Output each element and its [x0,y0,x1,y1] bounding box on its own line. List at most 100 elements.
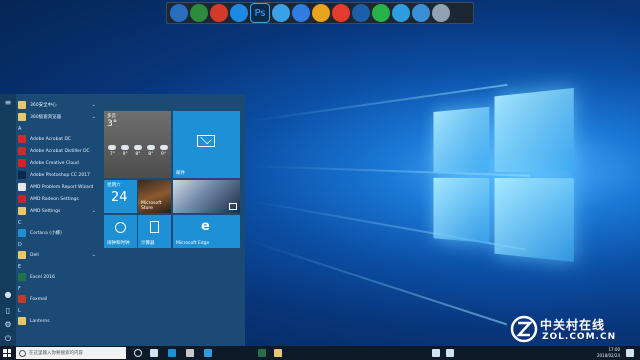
color-wheel-icon[interactable] [312,4,330,22]
swirl-icon[interactable] [210,4,228,22]
edge-label: Microsoft Edge [176,241,210,246]
forecast-day: 7° [108,145,117,171]
clover-icon[interactable] [272,4,290,22]
radeon-icon [18,195,26,203]
file-explorer-icon[interactable] [274,349,282,357]
app-list-item[interactable]: 360极速浏览器 ⌄ [18,112,100,122]
start-menu: ≡ ● ▯ ⚙ ⏻ 360安全中心 ⌄ 360极速浏览器 ⌄ A Adobe Acroba… [0,94,245,346]
forecast-day: 9° [159,145,168,171]
app-label: Dell [30,252,39,258]
network-icon[interactable] [432,349,440,357]
mail-label: 邮件 [176,171,185,176]
hamburger-icon[interactable]: ≡ [3,98,13,108]
cloud-icon [159,145,168,150]
top-dock: Ps [166,2,474,24]
section-letter[interactable]: L [18,306,100,316]
calculator-label: 计算器 [141,241,155,246]
volume-icon[interactable] [446,349,454,357]
app-label: Lanterns [30,318,50,324]
recycle-bin-icon[interactable] [432,4,450,22]
app-list-item[interactable]: Dell ⌄ [18,250,100,260]
section-letter[interactable]: D [18,240,100,250]
user-icon[interactable]: ● [3,290,13,300]
star-icon[interactable] [392,4,410,22]
chevron-down-icon[interactable]: ⌄ [92,102,96,108]
weather-tile[interactable]: 多云 3° 7° 9° 8° 8° 9° [104,111,171,178]
photoshop-icon[interactable]: Ps [250,3,270,23]
chevron-down-icon[interactable]: ⌄ [92,208,96,214]
section-letter[interactable]: F [18,284,100,294]
start-button[interactable] [3,349,11,357]
app-list-item[interactable]: Lanterns [18,316,100,326]
section-letter[interactable]: E [18,262,100,272]
watermark-cn: 中关村在线 [540,318,606,332]
app-list-item[interactable]: Adobe Acrobat Distiller DC [18,146,100,156]
search-box[interactable]: 在这里输入你要搜索的内容 [16,347,126,359]
feather-icon[interactable] [292,4,310,22]
app-list-item[interactable]: Adobe Photoshop CC 2017 [18,170,100,180]
app-list-item[interactable]: 360安全中心 ⌄ [18,100,100,110]
app-list-item[interactable]: AMD Settings ⌄ [18,206,100,216]
taskbar: 在这里输入你要搜索的内容 17:00 2018/02/24 [0,346,640,360]
windows-logo [433,87,576,265]
task-view-icon[interactable] [150,349,158,357]
forecast-day: 9° [121,145,130,171]
alarm-clock-icon [115,222,126,233]
cloud-icon [133,145,142,150]
globe-icon[interactable] [412,4,430,22]
app-list-item[interactable]: AMD Problem Report Wizard [18,182,100,192]
calculator-tile[interactable]: 计算器 [138,215,171,248]
calendar-tile[interactable]: 星期六 24 [104,180,137,213]
documents-icon[interactable]: ▯ [3,306,13,316]
refresh-icon[interactable] [230,4,248,22]
laptop-icon[interactable] [170,4,188,22]
forecast-temp: 8° [135,152,141,157]
alarm-label: 闹钟和时钟 [107,241,130,246]
settings-icon[interactable]: ⚙ [3,320,13,330]
chevron-down-icon[interactable]: ⌄ [92,252,96,258]
power-icon[interactable]: ⏻ [3,334,13,344]
weibo-icon[interactable] [332,4,350,22]
mail-tile[interactable]: 邮件 [173,111,240,178]
section-letter-label: F [18,286,21,292]
wechat-icon[interactable] [372,4,390,22]
forecast-temp: 8° [148,152,154,157]
photos-icon [229,203,237,210]
app-list-item[interactable]: Cortana (小娜) [18,228,100,238]
app-list-item[interactable]: AMD Radeon Settings [18,194,100,204]
section-letter[interactable]: C [18,218,100,228]
edge-tile[interactable]: e Microsoft Edge [173,215,240,248]
app-list-item[interactable]: Excel 2016 [18,272,100,282]
photo-tile[interactable]: Microsoft Store [138,180,171,213]
app-list-item[interactable]: Adobe Creative Cloud [18,158,100,168]
folder-icon [18,113,26,121]
gauge-icon[interactable] [352,4,370,22]
photos-wide-tile[interactable] [173,180,240,213]
browser-icon[interactable] [204,349,212,357]
section-letter-label: L [18,308,21,314]
edge-icon[interactable] [168,349,176,357]
amd-icon [18,183,26,191]
acrobat-icon [18,135,26,143]
photoshop-icon [18,171,26,179]
cortana-icon [18,229,26,237]
folder-icon [18,317,26,325]
app-label: Excel 2016 [30,274,55,280]
folder-icon [18,101,26,109]
excel-icon[interactable] [258,349,266,357]
chevron-down-icon[interactable]: ⌄ [92,114,96,120]
photos-icon[interactable] [186,349,194,357]
app-list-item[interactable]: Foxmail [18,294,100,304]
app-list-item[interactable]: Adobe Acrobat DC [18,134,100,144]
zol-watermark: 中关村在线 ZOL.COM.CN [510,312,628,346]
section-letter[interactable]: A [18,124,100,134]
app-label: AMD Settings [30,208,61,214]
weather-temp: 3° [107,119,118,129]
clock[interactable]: 17:00 2018/02/24 [597,347,620,359]
cortana-ring-icon[interactable] [134,349,142,357]
arrow-up-icon[interactable] [190,4,208,22]
section-letter-label: D [18,242,22,248]
alarm-tile[interactable]: 闹钟和时钟 [104,215,137,248]
notification-icon[interactable] [626,349,634,357]
forecast-day: 8° [146,145,155,171]
